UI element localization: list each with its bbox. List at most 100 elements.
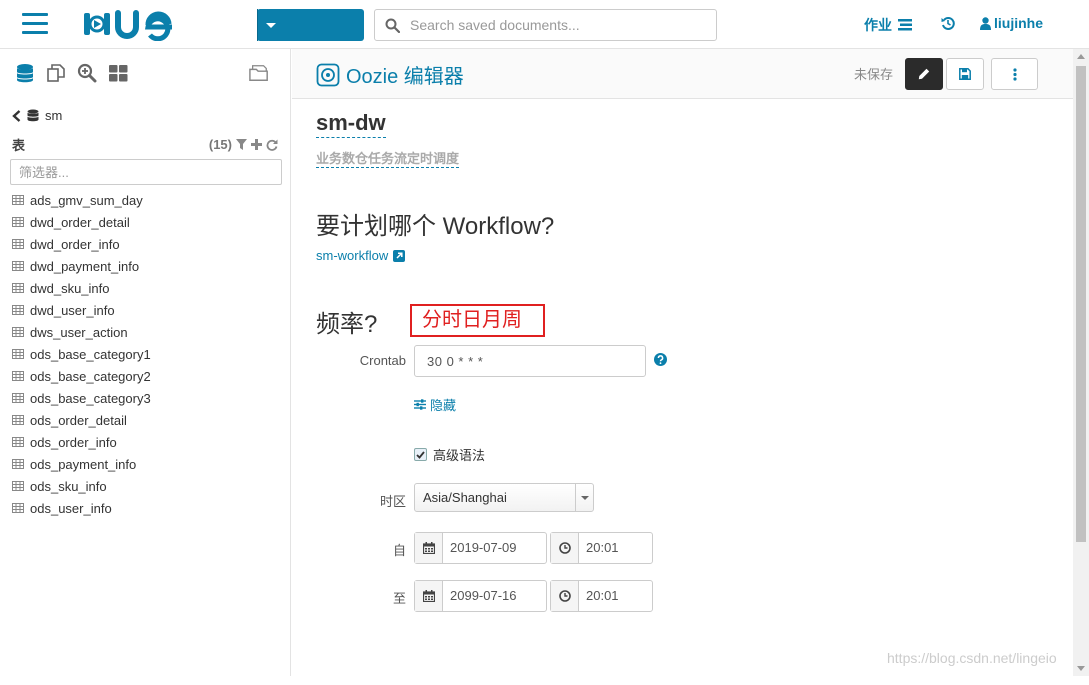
table-list-item[interactable]: ods_base_category1	[12, 343, 151, 365]
oozie-icon	[316, 63, 340, 86]
chevron-left-icon[interactable]	[12, 109, 21, 122]
table-list-item[interactable]: ods_order_detail	[12, 409, 151, 431]
scroll-down-arrow-icon[interactable]	[1077, 666, 1085, 671]
timezone-value: Asia/Shanghai	[423, 490, 507, 505]
table-list-item[interactable]: ods_base_category3	[12, 387, 151, 409]
advanced-syntax-option[interactable]: 高级语法	[414, 445, 485, 464]
clock-icon[interactable]	[551, 581, 579, 611]
help-icon[interactable]	[654, 353, 667, 366]
filter-icon[interactable]	[236, 139, 247, 150]
table-icon	[12, 261, 24, 271]
calendar-icon[interactable]	[415, 533, 443, 563]
query-button[interactable]: 查询	[257, 9, 604, 82]
table-list-item[interactable]: ods_sku_info	[12, 475, 151, 497]
watermark: https://blog.csdn.net/lingeio	[887, 650, 1057, 666]
table-name: ods_base_category2	[30, 368, 151, 384]
table-name: ods_order_detail	[30, 412, 127, 428]
dropdown-arrow-icon	[575, 484, 593, 511]
table-list-item[interactable]: ods_user_info	[12, 497, 151, 519]
table-name: ods_base_category3	[30, 390, 151, 406]
hamburger-menu-icon[interactable]	[22, 13, 48, 35]
table-name: ods_sku_info	[30, 478, 107, 494]
table-icon	[12, 415, 24, 425]
user-menu[interactable]: liujinhe	[980, 15, 1043, 31]
advanced-syntax-checkbox[interactable]	[414, 448, 427, 461]
table-list: ads_gmv_sum_day dwd_order_detail dwd_order…	[12, 189, 151, 519]
scrollbar-thumb[interactable]	[1076, 66, 1086, 542]
checkmark-icon	[416, 450, 425, 459]
user-icon	[980, 16, 991, 30]
crontab-label: Crontab	[359, 353, 406, 368]
table-list-item[interactable]: dwd_order_detail	[12, 211, 151, 233]
table-count: (15)	[208, 137, 232, 152]
end-date-value: 2099-07-16	[450, 588, 517, 603]
table-icon	[12, 283, 24, 293]
page-scrollbar[interactable]	[1073, 49, 1089, 676]
add-icon[interactable]	[251, 139, 262, 150]
calendar-icon[interactable]	[415, 581, 443, 611]
timezone-select[interactable]: Asia/Shanghai	[414, 483, 594, 512]
search-input[interactable]	[408, 16, 708, 34]
save-icon	[959, 68, 971, 80]
table-list-item[interactable]: ads_gmv_sum_day	[12, 189, 151, 211]
table-icon	[12, 437, 24, 447]
start-time-input[interactable]: 20:01	[550, 532, 653, 564]
tables-header: 表 (15)	[12, 135, 278, 154]
table-list-item[interactable]: dwd_order_info	[12, 233, 151, 255]
hue-logo[interactable]	[82, 7, 182, 41]
frequency-question: 频率?	[316, 311, 378, 338]
clock-icon[interactable]	[551, 533, 579, 563]
table-icon	[12, 349, 24, 359]
workflow-link[interactable]: sm-workflow	[316, 248, 406, 263]
table-icon	[12, 481, 24, 491]
sql-search-icon[interactable]	[77, 63, 97, 83]
edit-button[interactable]	[905, 58, 943, 90]
table-icon	[12, 305, 24, 315]
table-name: dwd_order_detail	[30, 214, 130, 230]
top-navbar: 查询 作业 liujinhe	[0, 0, 1089, 82]
grid-apps-icon[interactable]	[108, 63, 128, 83]
table-list-item[interactable]: ods_order_info	[12, 431, 151, 453]
table-name: dwd_order_info	[30, 236, 120, 252]
hide-label: 隐藏	[430, 398, 457, 413]
database-breadcrumb[interactable]: sm	[12, 108, 62, 123]
table-filter-input[interactable]	[10, 159, 282, 185]
advanced-syntax-label: 高级语法	[433, 448, 486, 463]
query-dropdown-caret-icon[interactable]	[257, 9, 283, 41]
table-list-item[interactable]: dwd_sku_info	[12, 277, 151, 299]
coordinator-description[interactable]: 业务数仓任务流定时调度	[316, 150, 460, 168]
tables-label: 表	[12, 138, 26, 153]
external-link-icon	[393, 249, 406, 262]
refresh-icon[interactable]	[266, 139, 278, 151]
table-name: dwd_user_info	[30, 302, 115, 318]
editor-title-text: Oozie 编辑器	[346, 66, 464, 88]
database-icon[interactable]	[15, 63, 35, 83]
start-date-input[interactable]: 2019-07-09	[414, 532, 547, 564]
table-list-item[interactable]: ods_base_category2	[12, 365, 151, 387]
folder-icon[interactable]	[249, 63, 269, 83]
coordinator-name[interactable]: sm-dw	[316, 109, 386, 138]
crontab-input[interactable]	[414, 345, 646, 377]
hide-link[interactable]: 隐藏	[414, 395, 456, 414]
table-icon	[12, 393, 24, 403]
table-icon	[12, 503, 24, 513]
more-options-button[interactable]	[991, 58, 1038, 90]
end-time-input[interactable]: 20:01	[550, 580, 653, 612]
table-list-item[interactable]: dwd_user_info	[12, 299, 151, 321]
end-date-input[interactable]: 2099-07-16	[414, 580, 547, 612]
table-list-item[interactable]: dws_user_action	[12, 321, 151, 343]
documents-icon[interactable]	[46, 63, 66, 83]
jobs-link[interactable]: 作业	[864, 15, 914, 35]
table-name: ods_payment_info	[30, 456, 137, 472]
timezone-label: 时区	[379, 494, 406, 509]
table-icon	[12, 239, 24, 249]
history-button[interactable]	[941, 16, 955, 30]
table-list-item[interactable]: ods_payment_info	[12, 453, 151, 475]
oozie-editor: Oozie 编辑器 未保存 sm-dw 业务数仓任务流定时调度 要计划哪个 Wo…	[292, 49, 1073, 676]
table-list-item[interactable]: dwd_payment_info	[12, 255, 151, 277]
workflow-link-text: sm-workflow	[316, 248, 389, 263]
table-name: dwd_payment_info	[30, 258, 140, 274]
scroll-up-arrow-icon[interactable]	[1077, 54, 1085, 59]
more-vertical-icon	[1012, 67, 1017, 81]
save-button[interactable]	[946, 58, 984, 90]
